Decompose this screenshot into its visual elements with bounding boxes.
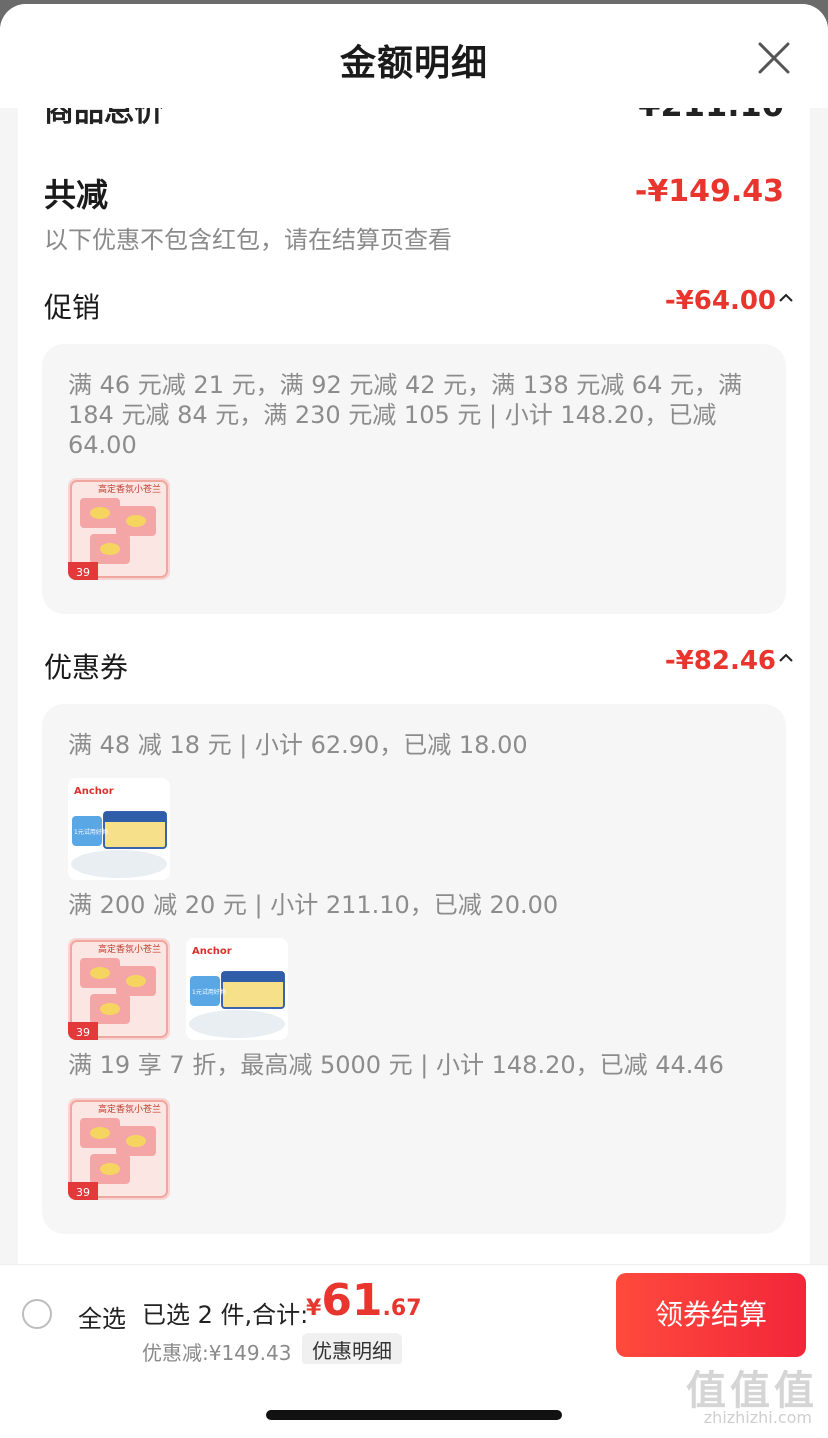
product-thumbnail-anchor[interactable]: Anchor 1元试用好物 bbox=[68, 778, 170, 880]
sheet-header: 金额明细 bbox=[0, 4, 828, 108]
checkout-button[interactable]: 领券结算 bbox=[616, 1273, 806, 1357]
home-indicator[interactable] bbox=[266, 1410, 562, 1420]
lafang-price-tag: 39 bbox=[76, 1186, 90, 1199]
chevron-up-icon[interactable] bbox=[776, 288, 796, 308]
coupon-section-header[interactable]: 优惠券 -¥82.46 bbox=[44, 646, 793, 686]
coupon-rule-text: 满 48 减 18 元 | 小计 62.90，已减 18.00 bbox=[68, 731, 528, 759]
watermark-url: zhizhizhi.com bbox=[703, 1408, 812, 1427]
lafang-price-tag: 39 bbox=[76, 566, 90, 579]
selected-count: 已选 2 件,合计: bbox=[142, 1301, 309, 1329]
coupon-detail-box: 满 48 减 18 元 | 小计 62.90，已减 18.00 Anchor 1… bbox=[42, 704, 786, 1234]
price-currency: ¥ bbox=[306, 1296, 322, 1321]
lafang-tag-text: 高定香氛小苍兰 bbox=[98, 483, 161, 495]
total-reduce-row: 共减 -¥149.43 bbox=[44, 170, 784, 214]
discount-detail-button[interactable]: 优惠明细 bbox=[302, 1333, 402, 1366]
coupon-amount: -¥82.46 bbox=[664, 646, 776, 676]
select-all-radio[interactable] bbox=[22, 1299, 52, 1329]
select-all-label[interactable]: 全选 bbox=[78, 1299, 126, 1334]
amount-detail-sheet: 金额明细 商品总价 ¥211.10 共减 -¥149.43 以下优惠不包含红包，… bbox=[0, 4, 828, 1438]
coupon-rule-text: 满 200 减 20 元 | 小计 211.10，已减 20.00 bbox=[68, 891, 559, 919]
total-price: ¥61.67 bbox=[306, 1275, 422, 1326]
promotion-section-header[interactable]: 促销 -¥64.00 bbox=[44, 286, 793, 326]
lafang-tag-text: 高定香氛小苍兰 bbox=[98, 943, 161, 955]
anchor-tag-text: 1元试用好物 bbox=[192, 988, 226, 996]
sheet-title: 金额明细 bbox=[339, 43, 488, 84]
price-integer: 61 bbox=[321, 1275, 383, 1326]
lafang-tag-text: 高定香氛小苍兰 bbox=[98, 1103, 161, 1115]
discount-amount: 优惠减:¥149.43 bbox=[142, 1341, 292, 1365]
promotion-rule-text: 满 46 元减 21 元，满 92 元减 42 元，满 138 元减 64 元，… bbox=[68, 371, 743, 459]
red-packet-note: 以下优惠不包含红包，请在结算页查看 bbox=[44, 226, 452, 254]
product-thumbnail-lafang[interactable]: 39 高定香氛小苍兰 bbox=[68, 1098, 170, 1200]
product-thumbnail-anchor[interactable]: Anchor 1元试用好物 bbox=[186, 938, 288, 1040]
promotion-detail-box: 满 46 元减 21 元，满 92 元减 42 元，满 138 元减 64 元，… bbox=[42, 344, 786, 614]
total-reduce-value: -¥149.43 bbox=[634, 174, 784, 209]
goods-total-value: ¥211.10 bbox=[638, 108, 784, 124]
coupon-rule-text: 满 19 享 7 折，最高减 5000 元 | 小计 148.20，已减 44.… bbox=[68, 1051, 724, 1079]
promotion-amount: -¥64.00 bbox=[664, 286, 776, 316]
goods-total-label: 商品总价 bbox=[44, 108, 164, 129]
product-thumbnail-lafang[interactable]: 39 高定香氛小苍兰 bbox=[68, 938, 170, 1040]
product-thumbnail-lafang[interactable]: 39 高定香氛小苍兰 bbox=[68, 478, 170, 580]
coupon-label: 优惠券 bbox=[44, 651, 129, 684]
lafang-price-tag: 39 bbox=[76, 1026, 90, 1039]
checkout-bar: 全选 已选 2 件,合计: ¥61.67 优惠减:¥149.43 优惠明细 领券… bbox=[0, 1264, 828, 1366]
chevron-up-icon[interactable] bbox=[776, 648, 796, 668]
close-icon[interactable] bbox=[754, 38, 794, 78]
goods-total-row: 商品总价 ¥211.10 bbox=[44, 108, 784, 129]
price-decimal: .67 bbox=[382, 1296, 422, 1321]
total-reduce-label: 共减 bbox=[44, 176, 109, 214]
anchor-brand: Anchor bbox=[192, 946, 232, 957]
anchor-brand: Anchor bbox=[74, 786, 114, 797]
detail-card: 商品总价 ¥211.10 共减 -¥149.43 以下优惠不包含红包，请在结算页… bbox=[18, 108, 810, 1268]
anchor-tag-text: 1元试用好物 bbox=[74, 828, 108, 836]
promotion-label: 促销 bbox=[44, 291, 101, 324]
